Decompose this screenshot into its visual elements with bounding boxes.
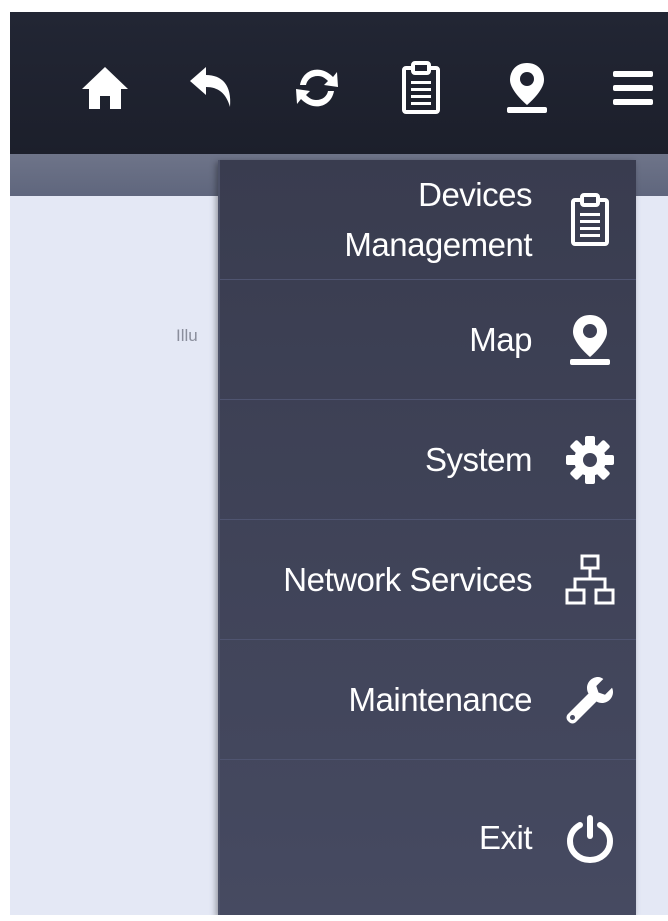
network-icon — [560, 550, 620, 610]
menu-item-label: System — [424, 440, 533, 478]
clipboard-icon — [560, 190, 620, 250]
menu-item-label: Exit — [478, 819, 533, 856]
menu-item-network-services[interactable]: Network Services — [220, 520, 636, 640]
wrench-icon — [560, 670, 620, 730]
menu-item-label: Maintenance — [348, 680, 533, 718]
map-marker-icon[interactable] — [502, 60, 552, 116]
bottom-edge — [0, 915, 668, 921]
dropdown-menu: Devices Management Map System Network Se… — [218, 160, 636, 916]
content-label: Illu — [176, 326, 198, 345]
menu-item-label: Devices Management — [344, 175, 532, 263]
power-icon — [560, 808, 620, 868]
hamburger-menu-icon[interactable] — [608, 60, 658, 116]
menu-item-devices-management[interactable]: Devices Management — [220, 160, 636, 280]
refresh-icon[interactable] — [292, 60, 342, 116]
home-icon[interactable] — [80, 60, 130, 116]
menu-item-maintenance[interactable]: Maintenance — [220, 640, 636, 760]
menu-item-label: Map — [469, 320, 532, 358]
menu-item-map[interactable]: Map — [220, 280, 636, 400]
menu-item-exit[interactable]: Exit — [220, 760, 636, 916]
top-toolbar — [10, 12, 668, 154]
menu-item-label: Network Services — [283, 560, 532, 598]
menu-item-system[interactable]: System — [220, 400, 636, 520]
gear-icon — [560, 430, 620, 490]
clipboard-icon[interactable] — [396, 60, 446, 116]
map-marker-icon — [560, 310, 620, 370]
back-icon[interactable] — [186, 60, 236, 116]
